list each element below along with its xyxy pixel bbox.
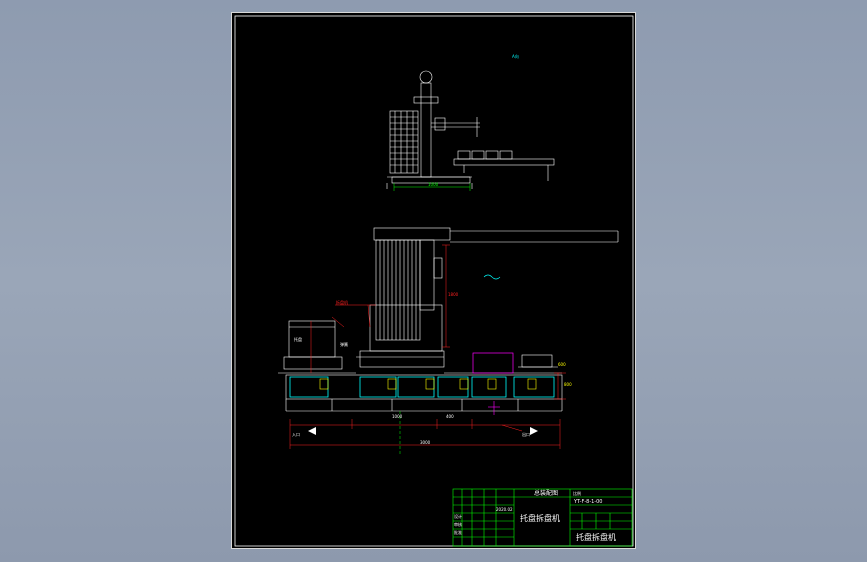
- title-date: 2020.02: [496, 507, 513, 512]
- title-bottom-right: 托盘拆盘机: [576, 533, 616, 542]
- tray-markers: [319, 378, 537, 390]
- magenta-tray: [472, 352, 514, 374]
- label-exit: 出口: [522, 432, 530, 437]
- main-conveyor: [285, 374, 563, 400]
- drawing-sheet: A向 1000 1800 3000 1000 400 800 600 拆盘机 托…: [231, 12, 636, 549]
- view-label-top: A向: [512, 54, 519, 59]
- cyan-mark: [483, 274, 501, 280]
- title-drawing-no: YT-F-8-1-00: [574, 499, 603, 505]
- stacker-lower-frame: [369, 304, 443, 352]
- conveyor-trays: [289, 376, 555, 398]
- top-roller: [419, 70, 433, 84]
- stacker-rods: [379, 240, 417, 340]
- title-check: 审核: [454, 522, 462, 527]
- stacker-body: [375, 239, 421, 341]
- title-design: 设计: [454, 514, 462, 519]
- flow-arrows: [308, 427, 538, 435]
- title-scale-label: 比例: [573, 491, 581, 496]
- title-main: 托盘拆盘机: [520, 514, 560, 523]
- dim-right-height: 800: [564, 382, 572, 387]
- cad-drawing: [234, 15, 634, 547]
- label-entry: 入口: [292, 432, 300, 437]
- label-tray: 托盘: [294, 337, 302, 342]
- tray-stack: [389, 110, 419, 174]
- label-stacker: 拆盘机: [336, 300, 348, 305]
- magenta-marks: [488, 401, 500, 415]
- title-company: 总装配图: [534, 490, 559, 497]
- dim-bottom-total: 3000: [420, 440, 431, 445]
- label-spring: 弹簧: [340, 342, 348, 347]
- red-dimensions: [289, 244, 566, 449]
- stacker-top-beam: [373, 227, 451, 241]
- right-station: [521, 354, 553, 368]
- top-conveyor-trays: [457, 150, 513, 160]
- top-view: [386, 70, 555, 189]
- title-approve: 批准: [454, 530, 462, 535]
- dim-bottom-left: 1000: [392, 414, 403, 419]
- dim-top-view: 1000: [428, 182, 439, 187]
- dim-right-width: 600: [558, 362, 566, 367]
- dim-bottom-mid: 400: [446, 414, 454, 419]
- dim-main-vertical: 1800: [448, 292, 459, 297]
